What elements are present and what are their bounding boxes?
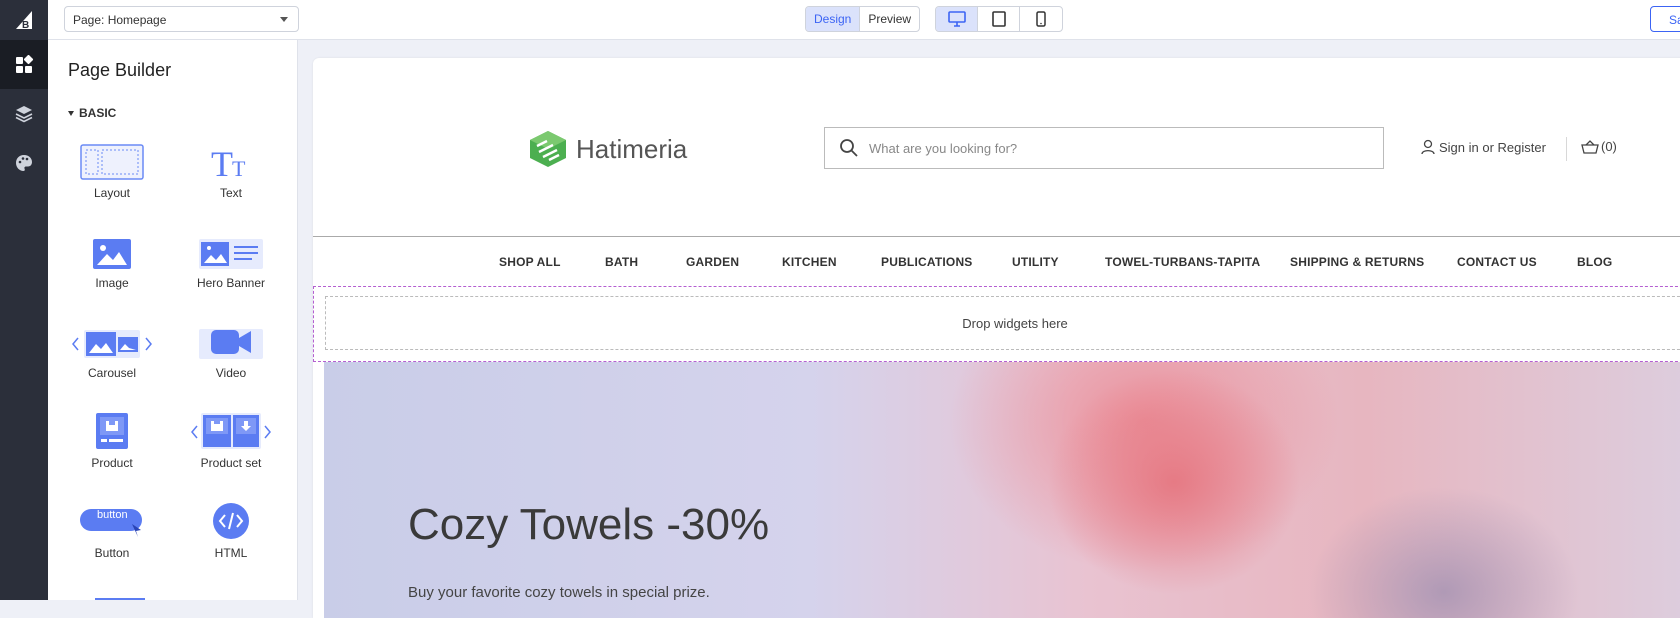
hero-banner-icon bbox=[199, 239, 263, 269]
account-link[interactable]: Sign in or Register bbox=[1421, 139, 1546, 155]
app-rail: B bbox=[0, 0, 48, 600]
widget-label: Image bbox=[95, 276, 129, 290]
design-mode-button[interactable]: Design bbox=[806, 7, 861, 31]
desktop-view-button[interactable] bbox=[936, 7, 978, 31]
widget-video[interactable]: Video bbox=[176, 316, 286, 396]
store-main-menu: SHOP ALL BATH GARDEN KITCHEN PUBLICATION… bbox=[313, 236, 1680, 286]
store-header: Hatimeria What are you looking for? Sign… bbox=[313, 58, 1680, 238]
code-icon bbox=[213, 503, 249, 539]
desktop-icon bbox=[947, 11, 966, 27]
menu-item-publications[interactable]: PUBLICATIONS bbox=[881, 255, 973, 269]
button-icon-text: button bbox=[97, 509, 128, 521]
section-label: BASIC bbox=[79, 106, 117, 120]
product-icon bbox=[96, 413, 128, 449]
widget-label: Layout bbox=[93, 186, 131, 200]
image-icon bbox=[93, 239, 131, 269]
widget-label: Product bbox=[91, 456, 133, 470]
menu-item-contact-us[interactable]: CONTACT US bbox=[1457, 255, 1537, 269]
tablet-view-button[interactable] bbox=[978, 7, 1020, 31]
panel-title: Page Builder bbox=[68, 60, 172, 80]
menu-item-kitchen[interactable]: KITCHEN bbox=[782, 255, 837, 269]
widget-product[interactable]: Product bbox=[57, 406, 167, 486]
hero-title: Cozy Towels -30% bbox=[408, 500, 770, 549]
layout-icon bbox=[80, 144, 144, 180]
user-icon bbox=[1421, 139, 1435, 155]
widget-product-set[interactable]: Product set bbox=[176, 406, 286, 486]
page-select-dropdown[interactable]: Page: Homepage bbox=[64, 6, 299, 32]
save-button[interactable]: Sa bbox=[1650, 6, 1680, 32]
cart-basket-icon bbox=[1581, 139, 1599, 154]
menu-item-towel-turbans-tapita[interactable]: TOWEL-TURBANS-TAPITA bbox=[1105, 255, 1260, 269]
menu-item-shop-all[interactable]: SHOP ALL bbox=[499, 255, 561, 269]
page-select-value: Page: Homepage bbox=[73, 13, 167, 27]
menu-item-utility[interactable]: UTILITY bbox=[1012, 255, 1059, 269]
menu-item-garden[interactable]: GARDEN bbox=[686, 255, 739, 269]
text-icon: TT bbox=[211, 144, 246, 180]
store-search-input[interactable]: What are you looking for? bbox=[824, 127, 1384, 169]
widget-label: Product set bbox=[200, 456, 262, 470]
widget-text[interactable]: TT Text bbox=[176, 136, 286, 216]
store-logo[interactable]: Hatimeria bbox=[528, 130, 687, 168]
video-icon bbox=[199, 329, 263, 359]
cart-count: (0) bbox=[1601, 139, 1617, 154]
svg-text:T: T bbox=[211, 144, 233, 180]
widget-hero-banner[interactable]: Hero Banner bbox=[176, 226, 286, 306]
preview-mode-button[interactable]: Preview bbox=[860, 7, 919, 31]
svg-text:T: T bbox=[232, 156, 246, 180]
caret-down-icon bbox=[68, 111, 74, 117]
widget-layout[interactable]: Layout bbox=[57, 136, 167, 216]
svg-text:B: B bbox=[22, 20, 29, 31]
cart-link[interactable]: (0) bbox=[1581, 139, 1617, 154]
search-icon bbox=[840, 139, 858, 157]
tablet-icon bbox=[991, 11, 1006, 27]
header-divider bbox=[1566, 137, 1567, 161]
bigcommerce-logo[interactable]: B bbox=[0, 0, 48, 40]
menu-item-shipping-returns[interactable]: SHIPPING & RETURNS bbox=[1290, 255, 1424, 269]
device-toggle bbox=[935, 6, 1063, 32]
theme-styles-nav-icon[interactable] bbox=[0, 138, 48, 187]
widget-label: Text bbox=[219, 186, 242, 200]
store-brand-name: Hatimeria bbox=[576, 133, 688, 164]
widget-label: Button bbox=[94, 546, 130, 560]
hatimeria-logo-icon bbox=[530, 131, 566, 167]
menu-item-bath[interactable]: BATH bbox=[605, 255, 638, 269]
mobile-view-button[interactable] bbox=[1020, 7, 1062, 31]
widget-html[interactable]: HTML bbox=[176, 496, 286, 576]
mode-toggle: Design Preview bbox=[805, 6, 921, 32]
widget-label: Hero Banner bbox=[196, 276, 266, 290]
widget-image[interactable]: Image bbox=[57, 226, 167, 306]
hero-banner[interactable]: Cozy Towels -30% Buy your favorite cozy … bbox=[324, 362, 1680, 618]
menu-item-blog[interactable]: BLOG bbox=[1577, 255, 1612, 269]
widgets-nav-icon[interactable] bbox=[0, 40, 48, 89]
search-placeholder: What are you looking for? bbox=[869, 140, 1018, 156]
account-label: Sign in or Register bbox=[1439, 139, 1546, 155]
carousel-icon bbox=[72, 330, 152, 358]
widget-button[interactable]: button Button bbox=[57, 496, 167, 576]
selected-region-outline[interactable]: Drop widgets here bbox=[313, 286, 1680, 362]
widget-label: Video bbox=[215, 366, 247, 380]
hero-subtitle: Buy your favorite cozy towels in special… bbox=[408, 584, 710, 601]
chevron-down-icon bbox=[280, 17, 288, 22]
page-builder-panel: Page Builder BASIC Layout TT Text Image … bbox=[48, 40, 298, 600]
top-toolbar: Page: Homepage Design Preview Sa bbox=[48, 0, 1680, 40]
widget-label: HTML bbox=[214, 546, 248, 560]
page-canvas: Hatimeria What are you looking for? Sign… bbox=[313, 58, 1680, 618]
layers-nav-icon[interactable] bbox=[0, 89, 48, 138]
product-set-icon bbox=[191, 413, 271, 449]
basic-section-header[interactable]: BASIC bbox=[68, 106, 116, 120]
mobile-icon bbox=[1036, 11, 1046, 27]
widget-label: Carousel bbox=[87, 366, 137, 380]
widget-dropzone[interactable]: Drop widgets here bbox=[325, 296, 1680, 350]
widget-carousel[interactable]: Carousel bbox=[57, 316, 167, 396]
